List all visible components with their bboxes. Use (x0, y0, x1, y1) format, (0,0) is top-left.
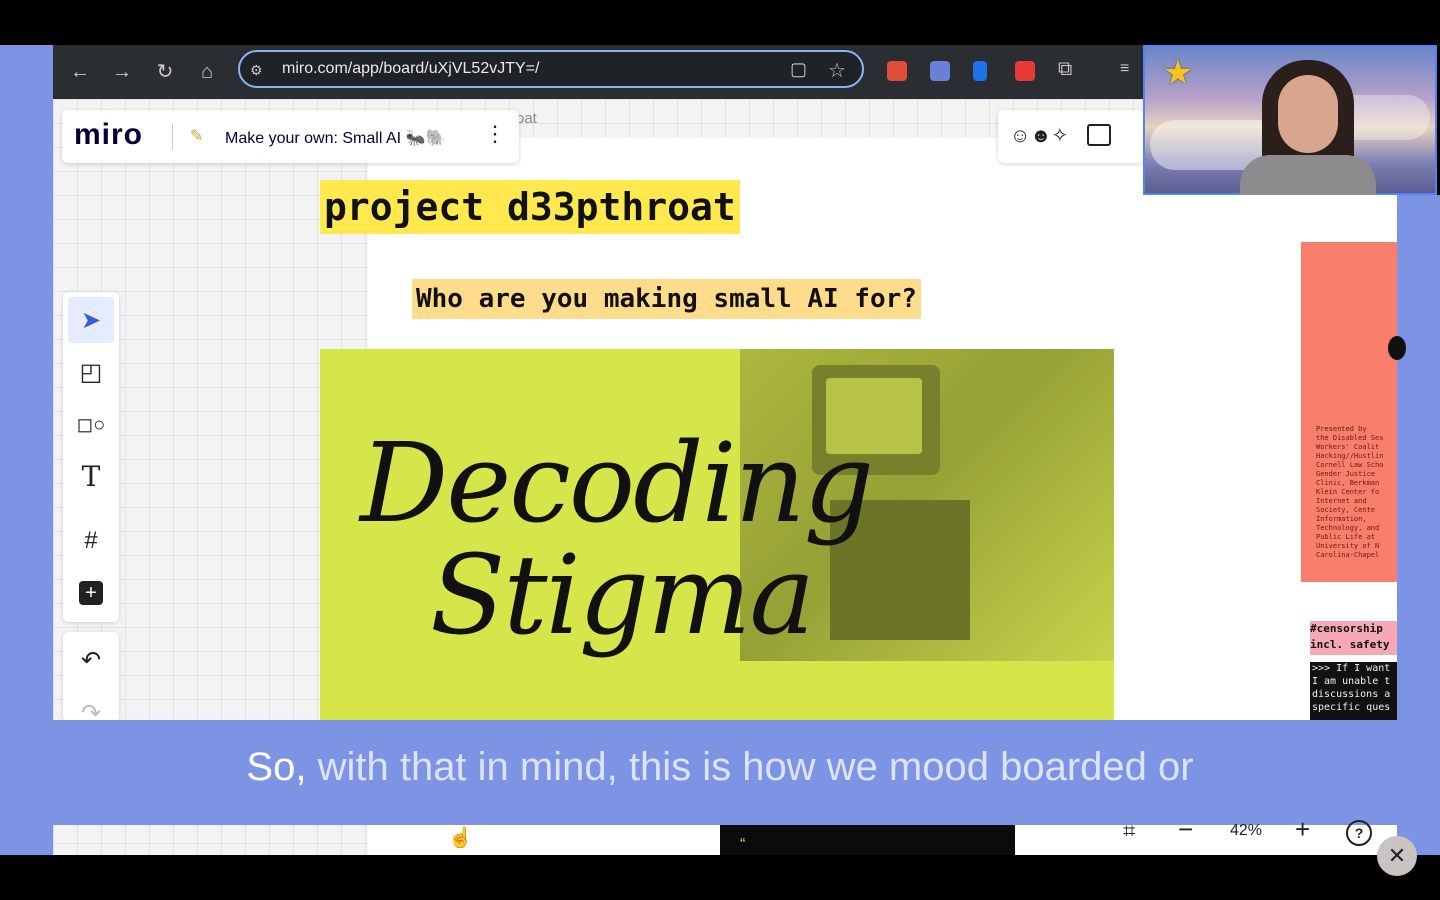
extension-icon[interactable] (930, 61, 950, 81)
zoom-out-button[interactable]: − (1178, 814, 1193, 845)
star-icon: ★ (1162, 54, 1194, 92)
bottom-letterbox (0, 855, 1440, 900)
text-icon[interactable]: T (68, 453, 114, 499)
zoom-in-button[interactable]: + (1295, 814, 1310, 845)
salmon-card-text: Presented by the Disabled Sex Workers' C… (1316, 425, 1384, 559)
shapes-icon[interactable]: ◻○ (68, 401, 114, 447)
dark-card-quote: “ (740, 836, 746, 853)
caption-text: So, with that in mind, this is how we mo… (0, 742, 1440, 792)
url-text: miro.com/app/board/uXjVL52vJTY=/ (282, 60, 540, 77)
extension-icon[interactable] (1015, 61, 1035, 81)
miro-logo[interactable]: miro (74, 118, 143, 152)
card-dot (1388, 336, 1406, 360)
caption-upcoming: with that in mind, this is how we mood b… (306, 745, 1194, 789)
undo-icon[interactable]: ↶ (68, 637, 114, 683)
divider (172, 124, 173, 150)
presenter-body (1240, 155, 1376, 195)
censorship-tag[interactable]: #censorship incl. safety (1310, 621, 1397, 655)
bookmark-star-icon[interactable]: ☆ (828, 58, 846, 83)
presentation-icon[interactable] (1087, 124, 1111, 146)
board-title[interactable]: Make your own: Small AI 🐜🐘 (225, 128, 445, 148)
board-icon: ✎ (190, 128, 204, 145)
reload-icon[interactable]: ↻ (151, 58, 179, 86)
help-icon[interactable]: ? (1346, 820, 1372, 846)
close-icon[interactable]: ✕ (1377, 836, 1417, 876)
zoom-level[interactable]: 42% (1230, 822, 1262, 840)
poster-title-line2: Stigma (430, 531, 815, 659)
puzzle-extension-icon[interactable]: ⧉ (1058, 58, 1072, 81)
adblock-extension-icon[interactable] (887, 61, 907, 81)
poster-title-line1: Decoding (360, 419, 874, 547)
sticky-note-icon[interactable]: ◰ (68, 349, 114, 395)
more-menu-icon[interactable]: ⋮ (484, 121, 506, 147)
frame-icon[interactable]: # (68, 518, 114, 564)
dark-note[interactable]: >>> If I want I am unable t discussions … (1310, 662, 1397, 720)
caption-spoken: So, (246, 745, 307, 789)
presenter-face (1278, 75, 1338, 153)
frame-label[interactable]: oat (516, 110, 537, 127)
plus-icon[interactable]: + (68, 570, 114, 616)
clipboard-icon[interactable]: ▢ (790, 59, 807, 80)
media-control-icon[interactable]: ≡ (1120, 60, 1129, 78)
project-title-note[interactable]: project d33pthroat (320, 180, 740, 234)
top-letterbox (0, 0, 1440, 45)
fit-to-screen-icon[interactable]: ⌗ (1123, 818, 1135, 844)
cursor-icon[interactable]: ➤ (68, 297, 114, 343)
extension-icon[interactable] (973, 61, 987, 81)
question-note[interactable]: Who are you making small AI for? (412, 279, 921, 319)
back-icon[interactable]: ← (66, 58, 94, 86)
home-icon[interactable]: ⌂ (193, 58, 221, 86)
reactions-icon[interactable]: ☺☻✧ (1010, 123, 1068, 148)
dark-card[interactable] (720, 825, 1015, 855)
forward-icon[interactable]: → (108, 58, 136, 86)
site-settings-icon[interactable]: ⚙ (250, 62, 263, 79)
hand-icon: ☝ (448, 827, 473, 849)
